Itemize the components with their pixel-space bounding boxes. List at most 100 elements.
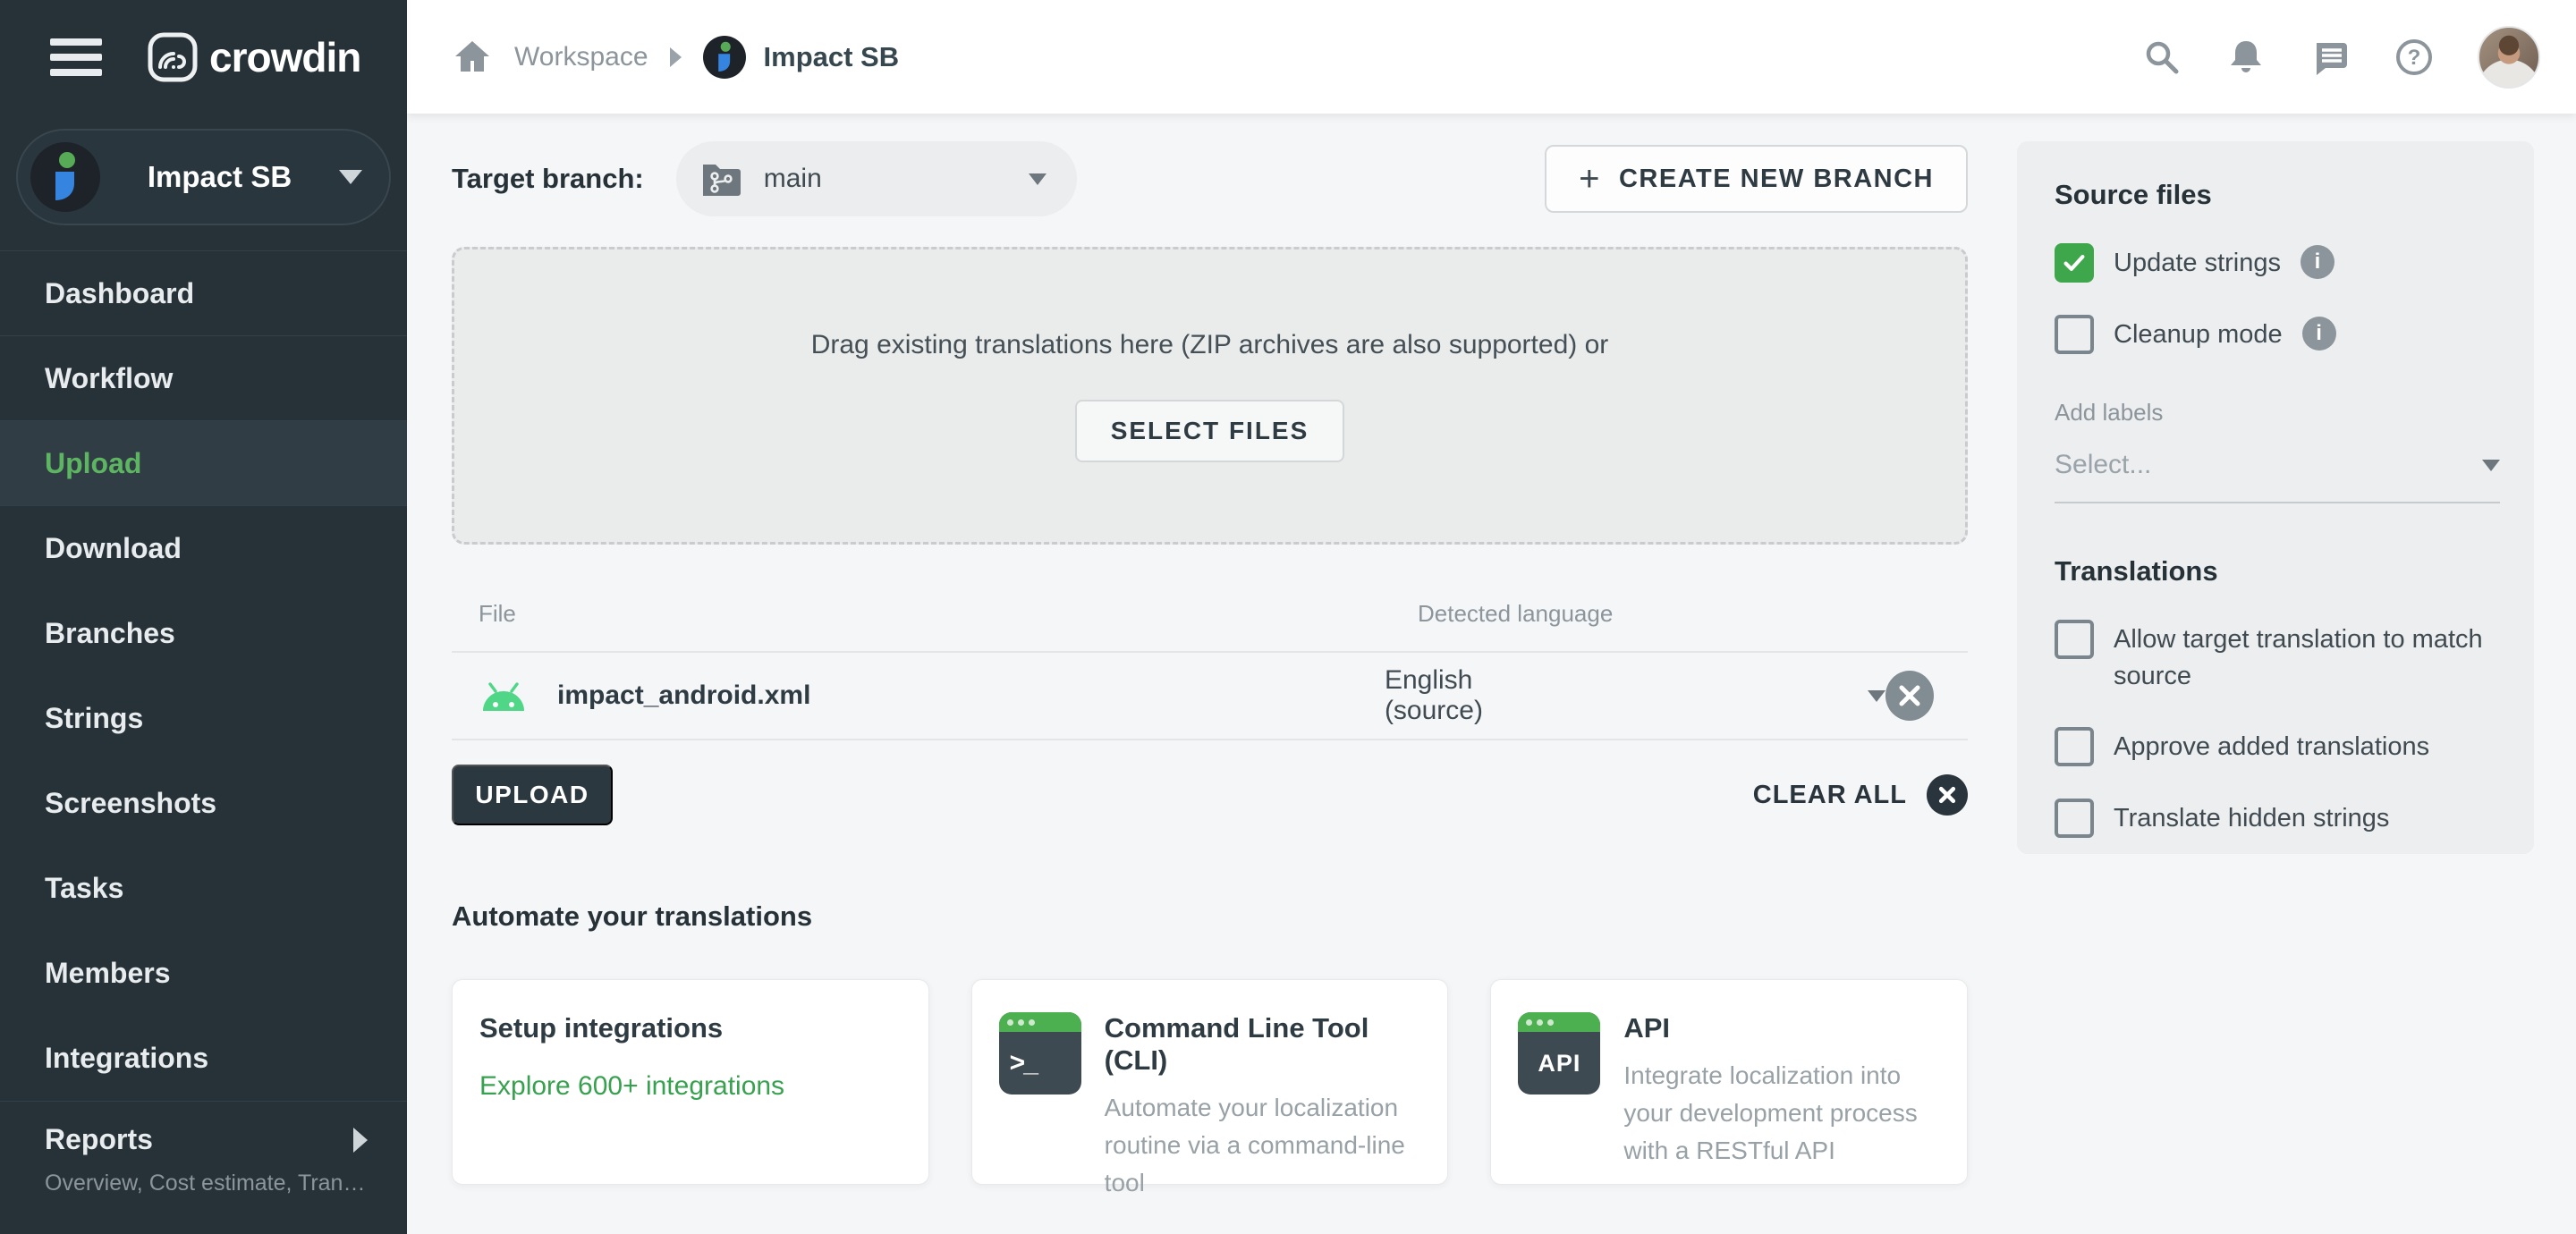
create-new-branch-button[interactable]: + CREATE NEW BRANCH — [1545, 145, 1968, 213]
card-title: Command Line Tool (CLI) — [1104, 1012, 1369, 1076]
chevron-down-icon — [1028, 173, 1046, 185]
automation-cards: Setup integrations Explore 600+ integrat… — [452, 979, 1969, 1196]
plus-icon: + — [1579, 158, 1601, 199]
column-header-file: File — [479, 600, 516, 627]
clear-all-button[interactable]: CLEAR ALL — [1753, 774, 1968, 816]
sidebar-item-reports[interactable]: Reports Overview, Cost estimate, Transl… — [0, 1101, 407, 1196]
menu-icon[interactable] — [50, 37, 106, 78]
crowdin-logo[interactable]: crowdin — [147, 31, 361, 83]
option-allow-match-source[interactable]: Allow target translation to match source — [2055, 620, 2509, 695]
breadcrumb-workspace[interactable]: Workspace — [514, 42, 648, 72]
sidebar-item-branches[interactable]: Branches — [0, 591, 407, 676]
checkbox-checked-icon[interactable] — [2055, 243, 2094, 283]
logo-text: crowdin — [209, 33, 361, 80]
branch-select-value: main — [763, 164, 822, 193]
files-table-header: File Detected language — [452, 600, 1968, 651]
option-label: Translate hidden strings — [2114, 804, 2390, 833]
topbar-actions: ? — [2141, 25, 2540, 89]
info-icon[interactable]: i — [2301, 245, 2334, 279]
option-label: Cleanup mode — [2114, 320, 2283, 349]
upload-button[interactable]: UPLOAD — [452, 765, 613, 825]
chevron-right-icon — [353, 1127, 368, 1153]
card-setup-integrations[interactable]: Setup integrations Explore 600+ integrat… — [452, 979, 929, 1185]
terminal-icon: >_ — [998, 1012, 1081, 1095]
help-icon[interactable]: ? — [2394, 37, 2435, 78]
sidebar-nav: Dashboard Workflow Upload Download Branc… — [0, 250, 407, 1196]
upload-settings-panel: Source files Update strings i Cleanup mo… — [2017, 141, 2534, 854]
sidebar-item-label: Integrations — [45, 1042, 209, 1074]
clear-all-label: CLEAR ALL — [1752, 780, 1907, 809]
breadcrumb: Workspace Impact SB — [452, 35, 900, 79]
card-api[interactable]: API API Integrate localization into your… — [1490, 979, 1969, 1185]
sidebar-item-strings[interactable]: Strings — [0, 676, 407, 761]
remove-file-button[interactable] — [1885, 671, 1934, 721]
detected-language-value: English (source) — [1384, 665, 1483, 725]
option-translate-hidden[interactable]: Translate hidden strings — [2055, 799, 2509, 839]
content-area: Target branch: main + CREATE NEW BRANCH … — [407, 114, 2576, 1234]
close-icon — [1899, 685, 1920, 706]
sidebar-item-workflow[interactable]: Workflow — [0, 336, 407, 421]
project-switcher[interactable]: Impact SB — [16, 129, 391, 225]
card-description: Integrate localization into your develop… — [1623, 1061, 1918, 1164]
clear-all-icon — [1927, 774, 1968, 816]
labels-select-placeholder: Select... — [2055, 450, 2152, 479]
sidebar-item-label: Screenshots — [45, 787, 217, 819]
breadcrumb-separator-icon — [669, 46, 682, 67]
add-labels-label: Add labels — [2055, 399, 2164, 426]
search-icon[interactable] — [2141, 37, 2182, 78]
create-new-branch-label: CREATE NEW BRANCH — [1618, 164, 1934, 193]
project-avatar — [30, 142, 100, 212]
explore-integrations-link[interactable]: Explore 600+ integrations — [479, 1071, 902, 1102]
svg-text:?: ? — [2408, 46, 2421, 70]
sidebar-item-upload[interactable]: Upload — [0, 421, 407, 506]
user-avatar[interactable] — [2478, 25, 2540, 89]
checkbox-unchecked-icon[interactable] — [2055, 315, 2094, 354]
sidebar-item-dashboard[interactable]: Dashboard — [0, 251, 407, 336]
home-icon[interactable] — [452, 37, 493, 78]
sidebar-item-tasks[interactable]: Tasks — [0, 846, 407, 931]
api-icon-text: API — [1538, 1049, 1581, 1077]
automate-heading: Automate your translations — [452, 900, 813, 932]
messages-icon[interactable] — [2309, 37, 2351, 78]
source-files-heading: Source files — [2055, 179, 2212, 210]
labels-select[interactable]: Select... — [2055, 450, 2500, 503]
api-window-icon: API — [1518, 1012, 1601, 1095]
notifications-bell-icon[interactable] — [2225, 37, 2267, 78]
sidebar-item-download[interactable]: Download — [0, 506, 407, 591]
option-label: Update strings — [2114, 249, 2281, 277]
sidebar-item-label: Upload — [45, 446, 142, 479]
card-title: API — [1623, 1012, 1671, 1044]
card-title: Setup integrations — [479, 1012, 724, 1044]
android-icon — [483, 682, 524, 711]
sidebar-item-label: Branches — [45, 617, 175, 649]
option-cleanup-mode[interactable]: Cleanup mode i — [2055, 315, 2509, 354]
dropzone-instructions: Drag existing translations here (ZIP arc… — [810, 329, 1609, 359]
chevron-down-icon — [2482, 459, 2500, 471]
sidebar-item-integrations[interactable]: Integrations — [0, 1016, 407, 1101]
sidebar-item-label: Tasks — [45, 872, 124, 904]
option-approve-added[interactable]: Approve added translations — [2055, 727, 2509, 767]
sidebar-item-members[interactable]: Members — [0, 931, 407, 1016]
sidebar-item-screenshots[interactable]: Screenshots — [0, 761, 407, 846]
branch-select[interactable]: main — [675, 141, 1077, 216]
breadcrumb-project-name: Impact SB — [763, 40, 900, 72]
select-files-button[interactable]: SELECT FILES — [1074, 399, 1345, 462]
column-header-language: Detected language — [1418, 600, 1614, 627]
checkbox-unchecked-icon[interactable] — [2055, 620, 2094, 659]
checkbox-unchecked-icon[interactable] — [2055, 799, 2094, 839]
sidebar: crowdin Impact SB Dashboard Workflow Upl… — [0, 0, 407, 1234]
crowdin-logo-icon — [148, 32, 198, 81]
file-name: impact_android.xml — [557, 680, 811, 710]
breadcrumb-project[interactable]: Impact SB — [702, 35, 900, 79]
file-dropzone[interactable]: Drag existing translations here (ZIP arc… — [452, 247, 1968, 545]
file-cell: impact_android.xml — [479, 679, 1385, 713]
checkbox-unchecked-icon[interactable] — [2055, 727, 2094, 767]
option-update-strings[interactable]: Update strings i — [2055, 243, 2509, 283]
translations-heading: Translations — [2055, 555, 2218, 587]
sidebar-header: crowdin — [0, 0, 407, 114]
card-cli[interactable]: >_ Command Line Tool (CLI) Automate your… — [970, 979, 1449, 1196]
topbar: Workspace Impact SB ? — [407, 0, 2576, 114]
info-icon[interactable]: i — [2301, 317, 2336, 351]
upload-main-column: Target branch: main + CREATE NEW BRANCH … — [452, 136, 1969, 1196]
detected-language-select[interactable]: English (source) — [1385, 665, 1885, 726]
